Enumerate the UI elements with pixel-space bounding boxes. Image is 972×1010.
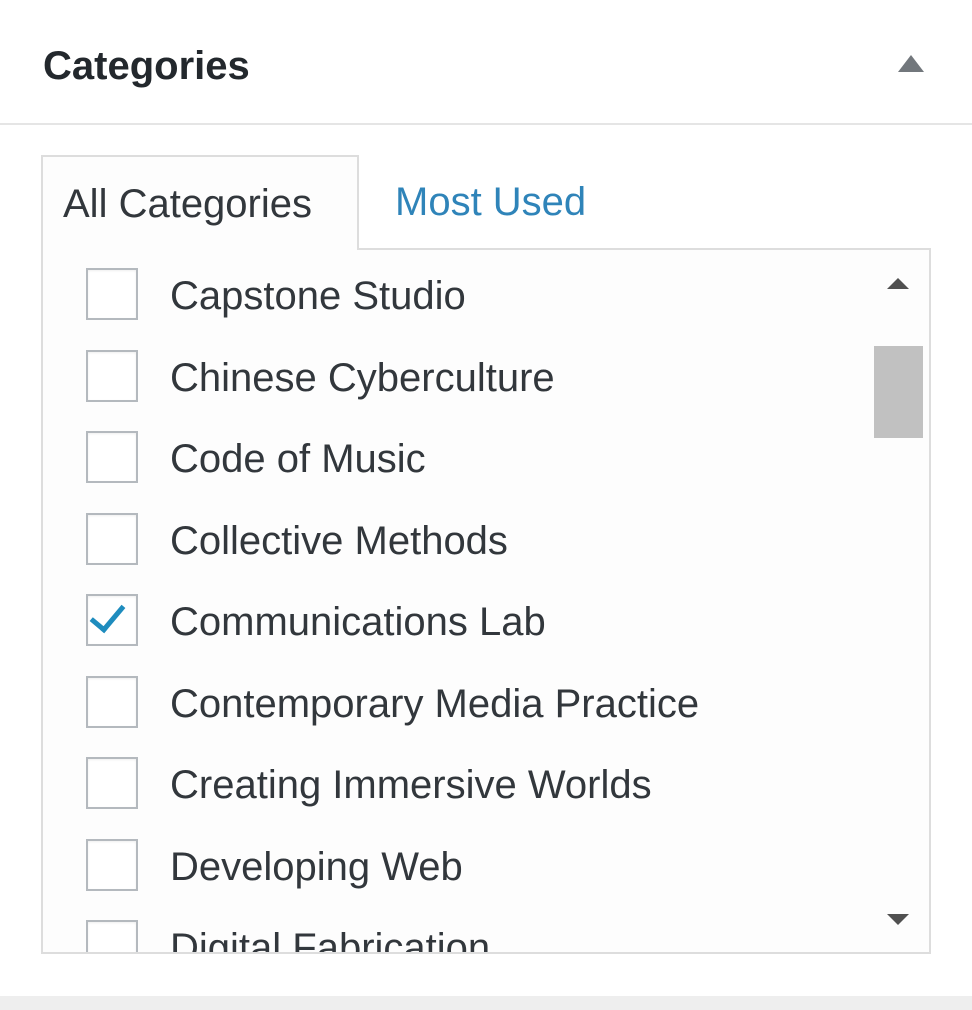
category-label[interactable]: Contemporary Media Practice xyxy=(170,658,699,739)
category-item: Digital Fabrication xyxy=(43,902,873,952)
scroll-up-arrow-icon[interactable] xyxy=(887,278,909,289)
category-checkbox[interactable] xyxy=(86,349,138,402)
category-label[interactable]: Code of Music xyxy=(170,413,426,494)
category-label[interactable]: Developing Web xyxy=(170,821,463,902)
category-item: Developing Web xyxy=(43,821,873,903)
category-item: Communications Lab xyxy=(43,576,873,658)
category-checkbox[interactable] xyxy=(86,594,138,646)
category-checkbox[interactable] xyxy=(86,920,138,952)
category-item: Code of Music xyxy=(43,413,873,495)
category-tabs: All Categories Most Used xyxy=(41,155,931,250)
category-item: Collective Methods xyxy=(43,495,873,577)
panel-header[interactable]: Categories xyxy=(0,0,972,125)
panel-title: Categories xyxy=(43,44,250,88)
category-checkbox[interactable] xyxy=(86,431,138,483)
category-checkbox[interactable] xyxy=(86,512,138,565)
category-checkbox[interactable] xyxy=(86,675,138,728)
category-label[interactable]: Chinese Cyberculture xyxy=(170,332,555,413)
categories-panel: Categories All Categories Most Used Caps… xyxy=(0,0,972,1010)
category-label[interactable]: Digital Fabrication xyxy=(170,902,490,952)
category-item: Creating Immersive Worlds xyxy=(43,739,873,821)
tab-most-used[interactable]: Most Used xyxy=(395,155,586,250)
scroll-down-arrow-icon[interactable] xyxy=(887,914,909,925)
category-label[interactable]: Capstone Studio xyxy=(170,250,466,331)
category-item: Chinese Cyberculture xyxy=(43,332,873,414)
scrollbar[interactable] xyxy=(869,250,929,952)
category-list: Capstone Studio Chinese Cyberculture Code … xyxy=(43,250,873,952)
category-checkbox[interactable] xyxy=(86,268,138,320)
panel-bottom-divider xyxy=(0,996,972,1010)
triangle-up-icon[interactable] xyxy=(898,55,924,72)
category-checklist: Capstone Studio Chinese Cyberculture Code … xyxy=(41,248,931,954)
category-item: Contemporary Media Practice xyxy=(43,658,873,740)
tab-all-categories[interactable]: All Categories xyxy=(41,155,359,250)
checkmark-icon xyxy=(89,595,126,634)
category-checkbox[interactable] xyxy=(86,838,138,891)
category-label[interactable]: Collective Methods xyxy=(170,495,508,576)
category-checkbox[interactable] xyxy=(86,757,138,809)
category-label[interactable]: Communications Lab xyxy=(170,576,546,657)
category-label[interactable]: Creating Immersive Worlds xyxy=(170,739,652,820)
category-item: Capstone Studio xyxy=(43,250,873,332)
scroll-thumb[interactable] xyxy=(874,346,923,438)
